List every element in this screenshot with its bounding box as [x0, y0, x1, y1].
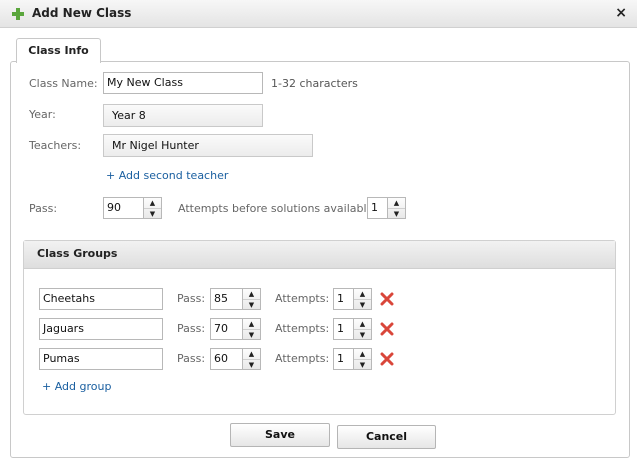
group-attempts-stepper[interactable]: 1 ▲ ▼: [333, 288, 373, 310]
group-attempts-input[interactable]: 1: [333, 318, 354, 340]
attempts-stepper-buttons: ▲ ▼: [388, 197, 406, 219]
add-second-teacher-link[interactable]: + Add second teacher: [106, 169, 228, 182]
group-pass-stepper-buttons: ▲ ▼: [243, 348, 261, 370]
arrow-down-icon[interactable]: ▼: [243, 359, 260, 369]
teachers-label: Teachers:: [29, 139, 82, 152]
close-icon[interactable]: ×: [615, 5, 627, 21]
class-groups-header: Class Groups: [24, 241, 615, 269]
group-attempts-stepper-buttons: ▲ ▼: [354, 288, 372, 310]
group-attempts-stepper[interactable]: 1 ▲ ▼: [333, 348, 373, 370]
arrow-up-icon[interactable]: ▲: [388, 198, 405, 208]
pass-stepper-buttons: ▲ ▼: [144, 197, 162, 219]
class-name-input[interactable]: My New Class: [103, 72, 263, 94]
group-pass-label: Pass:: [177, 352, 206, 365]
arrow-up-icon[interactable]: ▲: [354, 349, 371, 359]
dialog-title: Add New Class: [32, 6, 132, 20]
group-pass-input[interactable]: 85: [210, 288, 243, 310]
group-pass-stepper-buttons: ▲ ▼: [243, 288, 261, 310]
arrow-up-icon[interactable]: ▲: [243, 349, 260, 359]
group-pass-input[interactable]: 70: [210, 318, 243, 340]
class-name-hint: 1-32 characters: [271, 77, 358, 90]
group-pass-stepper[interactable]: 70 ▲ ▼: [210, 318, 262, 340]
arrow-down-icon[interactable]: ▼: [243, 299, 260, 309]
pass-stepper[interactable]: 90 ▲ ▼: [103, 197, 163, 219]
arrow-down-icon[interactable]: ▼: [354, 329, 371, 339]
arrow-up-icon[interactable]: ▲: [354, 289, 371, 299]
arrow-up-icon[interactable]: ▲: [243, 289, 260, 299]
class-groups-title: Class Groups: [37, 247, 118, 260]
attempts-label: Attempts before solutions available:: [178, 202, 378, 215]
year-label: Year:: [29, 108, 56, 121]
group-name-input[interactable]: Pumas: [39, 348, 163, 370]
arrow-up-icon[interactable]: ▲: [243, 319, 260, 329]
group-name-input[interactable]: Cheetahs: [39, 288, 163, 310]
group-pass-input[interactable]: 60: [210, 348, 243, 370]
group-attempts-input[interactable]: 1: [333, 348, 354, 370]
arrow-down-icon[interactable]: ▼: [243, 329, 260, 339]
arrow-down-icon[interactable]: ▼: [388, 208, 405, 218]
arrow-up-icon[interactable]: ▲: [354, 319, 371, 329]
attempts-input[interactable]: 1: [367, 197, 388, 219]
delete-icon[interactable]: [380, 352, 394, 366]
pass-label: Pass:: [29, 202, 58, 215]
group-name-input[interactable]: Jaguars: [39, 318, 163, 340]
group-attempts-label: Attempts:: [275, 352, 330, 365]
group-attempts-label: Attempts:: [275, 292, 330, 305]
group-attempts-stepper-buttons: ▲ ▼: [354, 348, 372, 370]
group-pass-label: Pass:: [177, 322, 206, 335]
delete-icon[interactable]: [380, 292, 394, 306]
teacher-select[interactable]: Mr Nigel Hunter: [103, 134, 313, 157]
tab-class-info[interactable]: Class Info: [16, 38, 101, 63]
group-pass-stepper[interactable]: 60 ▲ ▼: [210, 348, 262, 370]
attempts-stepper[interactable]: 1 ▲ ▼: [367, 197, 407, 219]
delete-icon[interactable]: [380, 322, 394, 336]
group-attempts-stepper[interactable]: 1 ▲ ▼: [333, 318, 373, 340]
arrow-down-icon[interactable]: ▼: [354, 299, 371, 309]
plus-icon: [12, 8, 24, 20]
group-pass-stepper-buttons: ▲ ▼: [243, 318, 261, 340]
arrow-down-icon[interactable]: ▼: [354, 359, 371, 369]
group-pass-stepper[interactable]: 85 ▲ ▼: [210, 288, 262, 310]
arrow-up-icon[interactable]: ▲: [144, 198, 161, 208]
save-button[interactable]: Save: [230, 423, 330, 447]
dialog-titlebar: Add New Class ×: [0, 0, 637, 28]
year-select[interactable]: Year 8: [103, 104, 263, 127]
group-attempts-stepper-buttons: ▲ ▼: [354, 318, 372, 340]
group-attempts-input[interactable]: 1: [333, 288, 354, 310]
group-pass-label: Pass:: [177, 292, 206, 305]
group-attempts-label: Attempts:: [275, 322, 330, 335]
class-name-label: Class Name:: [29, 77, 98, 90]
add-group-link[interactable]: + Add group: [42, 380, 111, 393]
arrow-down-icon[interactable]: ▼: [144, 208, 161, 218]
cancel-button[interactable]: Cancel: [337, 425, 436, 449]
pass-input[interactable]: 90: [103, 197, 144, 219]
